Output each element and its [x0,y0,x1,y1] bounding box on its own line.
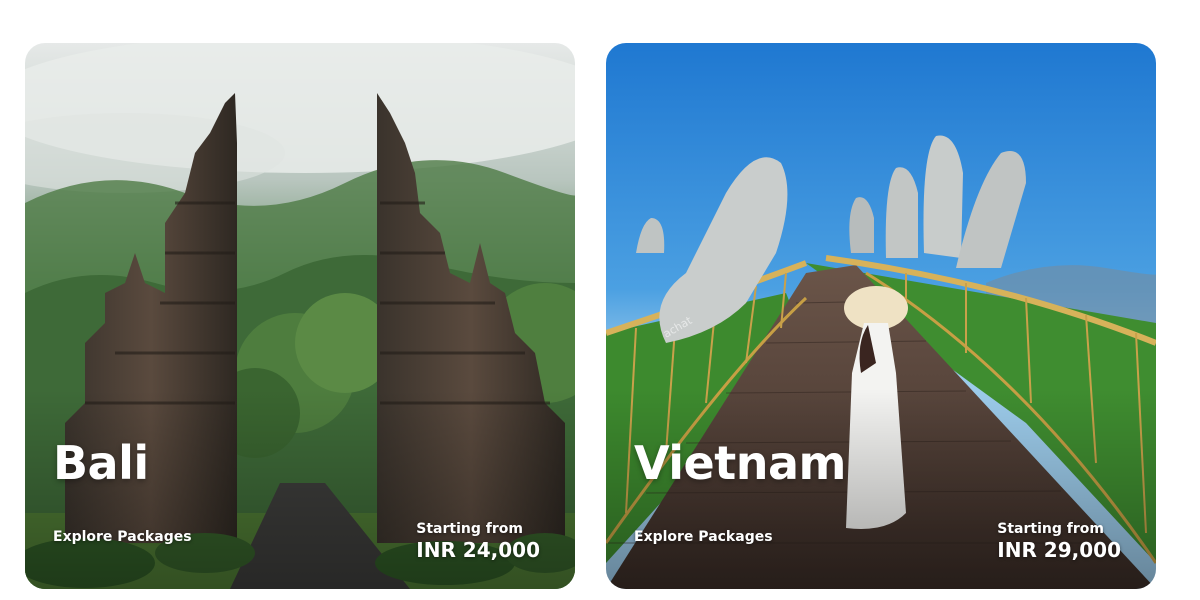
price-block: Starting from INR 29,000 [997,520,1121,562]
price-block: Starting from INR 24,000 [416,520,540,562]
price-value: INR 24,000 [416,538,540,562]
price-value: INR 29,000 [997,538,1121,562]
destination-title: Vietnam [634,436,846,490]
destination-card-bali[interactable]: Bali Explore Packages Starting from INR … [25,43,575,589]
explore-packages-link[interactable]: Explore Packages [634,529,773,545]
explore-packages-link[interactable]: Explore Packages [53,529,192,545]
destination-card-vietnam[interactable]: achat Vietnam Explore Packages Starting … [606,43,1156,589]
destination-title: Bali [53,436,149,490]
price-label: Starting from [416,521,523,537]
price-label: Starting from [997,521,1104,537]
